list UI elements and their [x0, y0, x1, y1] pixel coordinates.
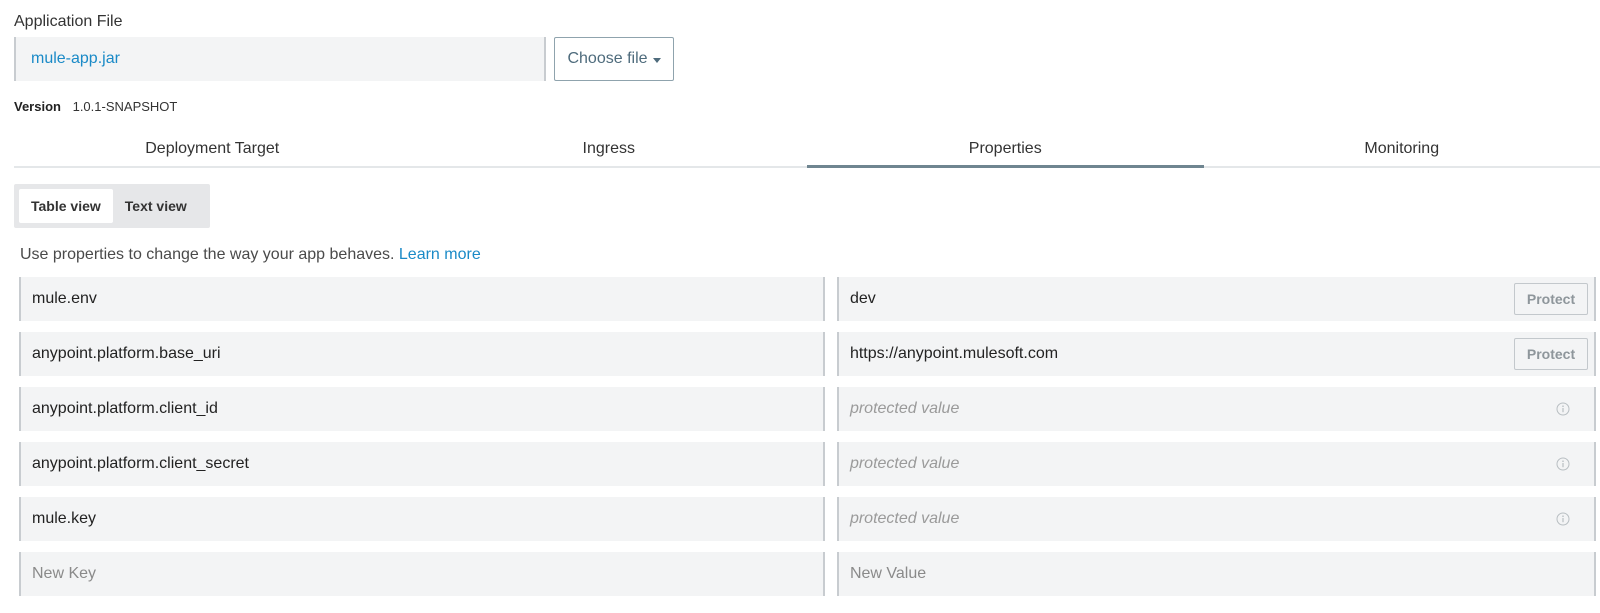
property-value-field[interactable]: dev Protect	[836, 277, 1596, 321]
property-row: anypoint.platform.client_id protected va…	[19, 387, 1596, 431]
version-info: Version 1.0.1-SNAPSHOT	[14, 99, 177, 114]
new-value-input[interactable]: New Value	[836, 552, 1596, 596]
new-value-placeholder: New Value	[849, 565, 927, 582]
protect-button[interactable]: Protect	[1514, 283, 1588, 315]
property-value-field: protected value	[836, 387, 1596, 431]
property-key: anypoint.platform.client_secret	[32, 455, 249, 472]
property-key: mule.key	[32, 510, 97, 527]
properties-helper: Use properties to change the way your ap…	[20, 246, 481, 264]
property-key: mule.env	[32, 290, 97, 307]
new-key-input[interactable]: New Key	[19, 552, 825, 596]
info-icon[interactable]	[1556, 457, 1570, 471]
new-key-placeholder: New Key	[32, 565, 97, 582]
property-row: mule.env dev Protect	[19, 277, 1596, 321]
info-icon[interactable]	[1556, 402, 1570, 416]
tab-properties[interactable]: Properties	[807, 132, 1204, 168]
property-value-field: protected value	[836, 497, 1596, 541]
property-key-field[interactable]: mule.key	[19, 497, 825, 541]
learn-more-link[interactable]: Learn more	[399, 246, 481, 263]
info-icon[interactable]	[1556, 512, 1570, 526]
protect-button[interactable]: Protect	[1514, 338, 1588, 370]
version-value: 1.0.1-SNAPSHOT	[72, 99, 178, 114]
settings-tabs: Deployment Target Ingress Properties Mon…	[14, 132, 1600, 168]
caret-down-icon	[652, 57, 661, 63]
property-key-field[interactable]: anypoint.platform.base_uri	[19, 332, 825, 376]
tab-monitoring[interactable]: Monitoring	[1204, 132, 1600, 166]
property-row: mule.key protected value	[19, 497, 1596, 541]
property-key: anypoint.platform.base_uri	[32, 345, 221, 362]
table-view-button[interactable]: Table view	[19, 189, 113, 223]
new-property-row: New Key New Value	[19, 552, 1596, 596]
tab-deployment-target[interactable]: Deployment Target	[14, 132, 411, 166]
property-key-field[interactable]: anypoint.platform.client_secret	[19, 442, 825, 486]
property-row: anypoint.platform.client_secret protecte…	[19, 442, 1596, 486]
choose-file-button[interactable]: Choose file	[554, 37, 674, 81]
property-key-field[interactable]: anypoint.platform.client_id	[19, 387, 825, 431]
version-label: Version	[14, 99, 61, 114]
protected-value: protected value	[849, 455, 960, 472]
helper-text: Use properties to change the way your ap…	[20, 246, 395, 263]
property-value-field: protected value	[836, 442, 1596, 486]
property-value-field[interactable]: https://anypoint.mulesoft.com Protect	[836, 332, 1596, 376]
view-toggle: Table view Text view	[14, 184, 210, 228]
application-file-label: Application File	[14, 13, 123, 30]
file-name[interactable]: mule-app.jar	[31, 50, 120, 68]
tab-ingress[interactable]: Ingress	[411, 132, 808, 166]
property-row: anypoint.platform.base_uri https://anypo…	[19, 332, 1596, 376]
protected-value: protected value	[849, 400, 960, 417]
properties-table: mule.env dev Protect anypoint.platform.b…	[19, 277, 1596, 607]
property-value: https://anypoint.mulesoft.com	[849, 345, 1059, 362]
choose-file-label: Choose file	[567, 50, 648, 67]
protected-value: protected value	[849, 510, 960, 527]
text-view-button[interactable]: Text view	[113, 189, 199, 223]
application-file-field[interactable]: mule-app.jar	[14, 37, 546, 81]
property-value: dev	[849, 290, 876, 307]
property-key-field[interactable]: mule.env	[19, 277, 825, 321]
property-key: anypoint.platform.client_id	[32, 400, 218, 417]
